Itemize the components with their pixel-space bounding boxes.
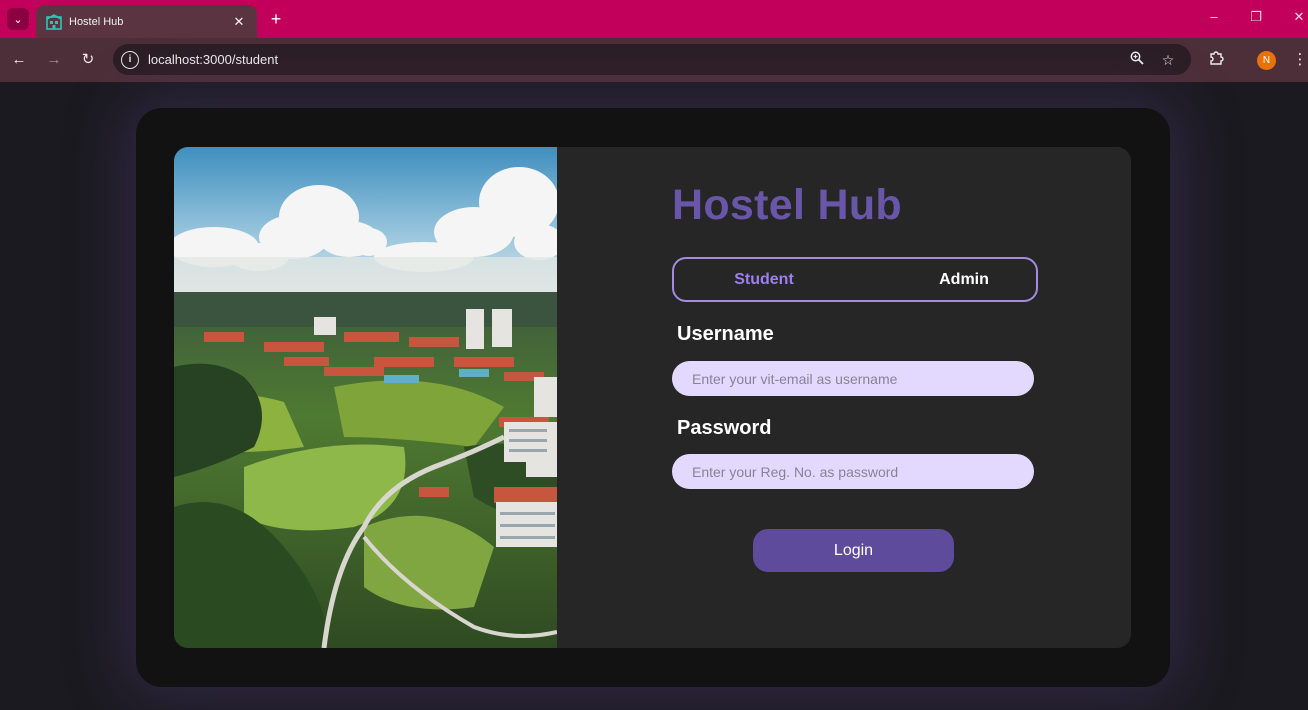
- password-label: Password: [677, 417, 772, 439]
- zoom-icon[interactable]: [1128, 51, 1146, 69]
- address-bar[interactable]: i localhost:3000/student ☆: [113, 44, 1191, 75]
- star-icon[interactable]: ☆: [1159, 51, 1177, 69]
- url-text[interactable]: localhost:3000/student: [148, 52, 278, 67]
- page-title: Hostel Hub: [672, 181, 902, 229]
- arrow-left-icon[interactable]: ←: [9, 50, 29, 70]
- username-input[interactable]: [672, 361, 1034, 396]
- reload-icon[interactable]: ↻: [78, 50, 98, 70]
- page-content: Hostel Hub Student Admin Username Passwo…: [0, 82, 1308, 710]
- hostel-icon: [46, 13, 62, 30]
- minimize-icon[interactable]: –: [1203, 9, 1225, 24]
- browser-toolbar: ← → ↻ i localhost:3000/student ☆ N ⋮: [0, 38, 1308, 82]
- toggle-student[interactable]: Student: [674, 259, 854, 300]
- arrow-right-icon[interactable]: →: [44, 50, 64, 70]
- role-toggle: Student Admin: [672, 257, 1038, 302]
- info-icon[interactable]: i: [121, 50, 139, 69]
- campus-image: [174, 147, 557, 648]
- login-form: Hostel Hub Student Admin Username Passwo…: [557, 147, 1131, 648]
- close-window-icon[interactable]: ✕: [1288, 9, 1308, 25]
- login-button[interactable]: Login: [753, 529, 954, 572]
- avatar[interactable]: N: [1257, 51, 1276, 70]
- login-card: Hostel Hub Student Admin Username Passwo…: [174, 147, 1131, 648]
- password-input[interactable]: [672, 454, 1034, 489]
- new-tab-button[interactable]: +: [266, 9, 286, 29]
- more-vert-icon[interactable]: ⋮: [1290, 50, 1308, 70]
- puzzle-icon[interactable]: [1206, 50, 1226, 70]
- username-label: Username: [677, 323, 774, 345]
- tab-title: Hostel Hub: [69, 15, 124, 28]
- close-icon[interactable]: ✕: [231, 14, 247, 30]
- toggle-admin[interactable]: Admin: [874, 259, 1054, 300]
- chevron-down-icon[interactable]: ⌄: [7, 8, 29, 30]
- login-card-frame: Hostel Hub Student Admin Username Passwo…: [136, 108, 1170, 687]
- browser-tab[interactable]: Hostel Hub ✕: [36, 5, 257, 38]
- browser-tab-bar: ⌄ Hostel Hub ✕ + – ❐ ✕: [0, 0, 1308, 38]
- restore-icon[interactable]: ❐: [1245, 9, 1267, 25]
